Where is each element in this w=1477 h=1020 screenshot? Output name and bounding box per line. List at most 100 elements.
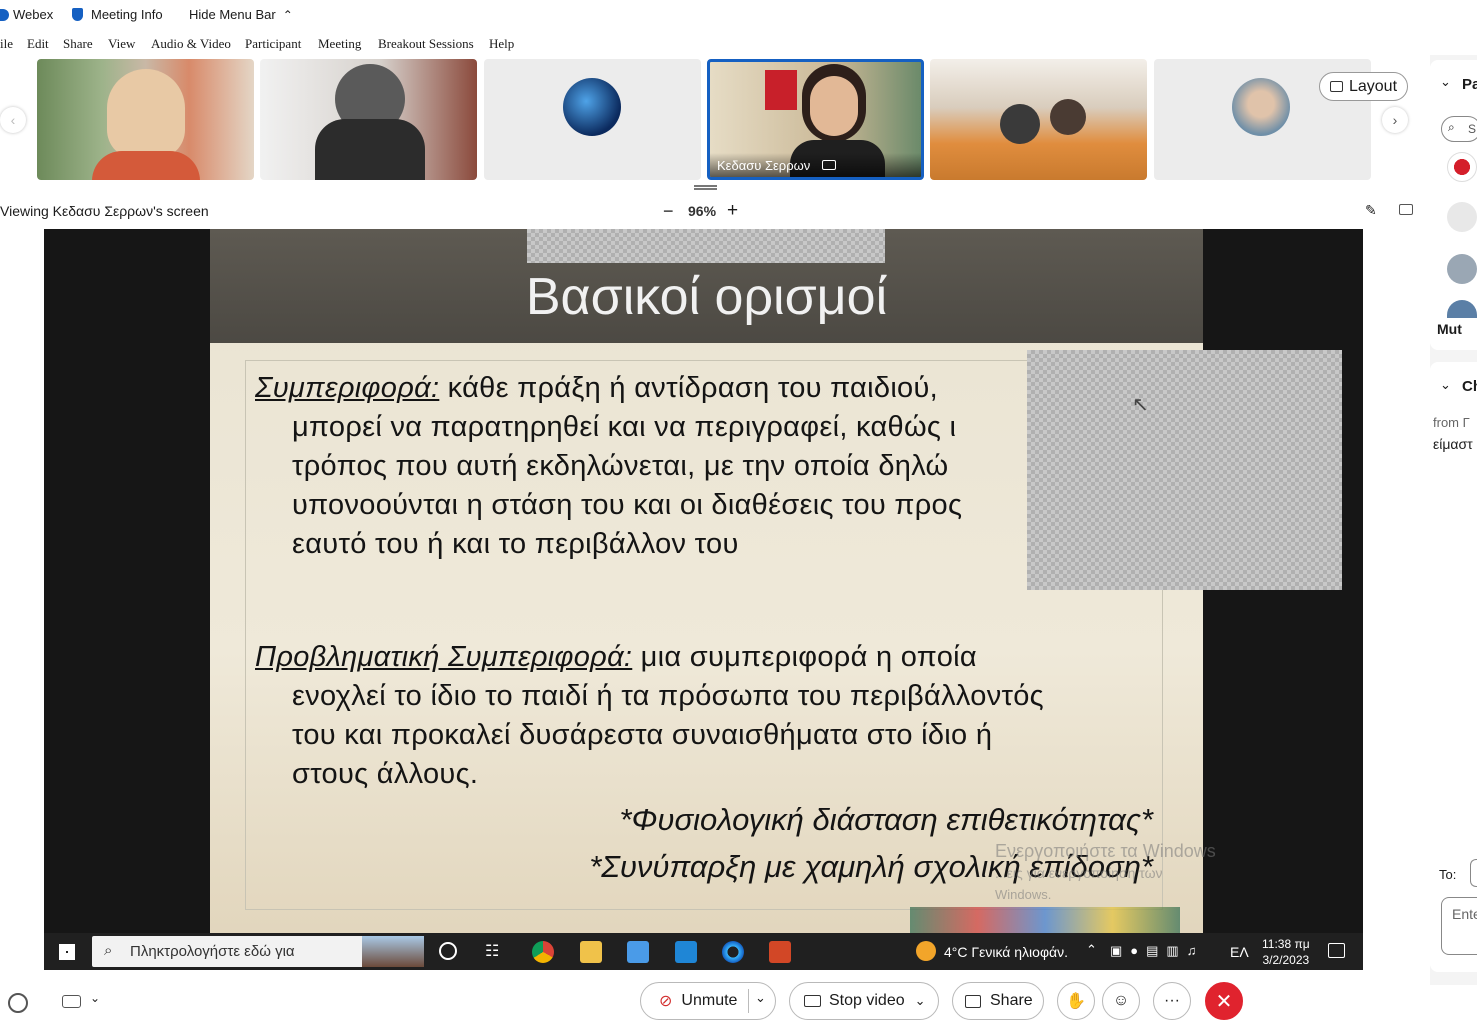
zoom-in-button[interactable]: + <box>727 200 738 222</box>
language-indicator[interactable]: ΕΛ <box>1230 944 1249 960</box>
chat-message: είμαστ <box>1433 436 1473 452</box>
chat-panel: ⌄ Ch from Γ είμαστ To: Ente <box>1430 362 1477 972</box>
menu-share[interactable]: Share <box>63 36 93 52</box>
shared-screen[interactable]: Βασικοί ορισμοί Συμπεριφορά: κάθε πράξη … <box>44 229 1363 970</box>
windows-start-icon[interactable] <box>59 944 75 960</box>
active-speaker-tile[interactable]: Κεδασυ Σερρων <box>707 59 924 180</box>
cortana-icon[interactable] <box>439 942 457 960</box>
avatar <box>1447 300 1477 318</box>
definition-line: υπονοούνται η στάση του και οι διαθέσεις… <box>292 489 963 521</box>
mic-muted-icon: ⊘ <box>659 993 673 1010</box>
unmute-button[interactable]: ⊘ Unmute ⌄ <box>640 982 776 1020</box>
menu-file[interactable]: ile <box>0 36 13 52</box>
tray-chevron-icon[interactable]: ⌃ <box>1086 942 1097 958</box>
wall-poster <box>765 70 797 110</box>
share-screen-icon <box>965 994 981 1008</box>
store-icon[interactable] <box>627 941 649 963</box>
scroll-right-arrow-icon[interactable]: › <box>1382 107 1408 133</box>
notifications-icon[interactable] <box>1328 943 1345 958</box>
right-panel: ⌄ Pa ⌕ S Mut ⌄ Ch from Γ είμαστ To: Ente <box>1430 55 1477 985</box>
participant-video-tile[interactable] <box>37 59 254 180</box>
pop-out-icon[interactable] <box>1399 204 1413 215</box>
webex-app[interactable]: Webex <box>0 7 53 22</box>
stop-video-button[interactable]: Stop video ⌄ <box>789 982 939 1020</box>
shield-icon <box>72 8 83 21</box>
avatar <box>1232 78 1290 136</box>
chat-sender: from Γ <box>1433 415 1470 430</box>
hide-menu-bar-button[interactable]: Hide Menu Bar ⌃ <box>189 7 293 22</box>
menu-audio-video[interactable]: Audio & Video <box>151 36 231 52</box>
unmute-label: Unmute <box>681 992 738 1009</box>
viewing-text: Viewing Κεδασυ Σερρων's screen <box>0 203 209 219</box>
sharing-icon <box>822 160 836 170</box>
system-tray-icons[interactable]: ▣●▤▥♫ <box>1110 943 1204 959</box>
search-icon: ⌕ <box>104 942 113 959</box>
webex-taskbar-icon[interactable] <box>722 941 744 963</box>
task-view-icon[interactable]: ☷ <box>485 941 499 961</box>
title-bar: Webex Meeting Info Hide Menu Bar ⌃ <box>0 0 1430 30</box>
chrome-icon[interactable] <box>532 941 554 963</box>
chevron-down-icon[interactable]: ⌄ <box>90 991 100 1005</box>
closed-captions-icon[interactable] <box>62 995 81 1008</box>
search-highlight-image <box>362 936 424 967</box>
meeting-info-button[interactable]: Meeting Info <box>72 7 163 22</box>
participant-search-input[interactable]: ⌕ S <box>1441 116 1477 142</box>
menu-breakout-sessions[interactable]: Breakout Sessions <box>378 36 474 52</box>
file-explorer-icon[interactable] <box>580 941 602 963</box>
avatar <box>563 78 621 136</box>
layout-button[interactable]: Layout <box>1319 72 1408 101</box>
avatar <box>1447 202 1477 232</box>
status-icon[interactable] <box>8 993 28 1013</box>
reactions-button[interactable]: ☺ <box>1102 982 1140 1020</box>
menu-edit[interactable]: Edit <box>27 36 49 52</box>
school-blocks-image <box>910 907 1180 933</box>
resize-handle[interactable] <box>694 185 717 190</box>
active-speaker-name: Κεδασυ Σερρων <box>717 158 811 173</box>
stop-video-label: Stop video <box>829 992 905 1009</box>
mail-icon[interactable] <box>675 941 697 963</box>
taskbar-search-box[interactable]: ⌕ Πληκτρολογήστε εδώ για <box>92 936 424 967</box>
participant-video-tile[interactable] <box>260 59 477 180</box>
menu-view[interactable]: View <box>108 36 135 52</box>
slide-note: *Φυσιολογική διάσταση επιθετικότητας* <box>619 802 1153 837</box>
video-options-chevron-icon[interactable]: ⌄ <box>915 993 926 1009</box>
chat-recipient-select[interactable] <box>1470 859 1477 887</box>
leave-meeting-button[interactable]: ✕ <box>1205 982 1243 1020</box>
more-icon: ··· <box>1164 992 1180 1009</box>
avatar <box>1447 152 1477 182</box>
participant-head <box>1050 99 1086 135</box>
definition-line: του και προκαλεί δυσάρεστα συναισθήματα … <box>292 719 993 751</box>
annotate-icon[interactable]: ✎ <box>1365 202 1377 219</box>
definition-line: εαυτό του ή και το περιβάλλον του <box>292 528 739 560</box>
raise-hand-button[interactable]: ✋ <box>1057 982 1095 1020</box>
collapse-chevron-icon[interactable]: ⌄ <box>1440 377 1451 393</box>
audio-options-chevron-icon[interactable]: ⌄ <box>755 990 766 1006</box>
menu-help[interactable]: Help <box>489 36 514 52</box>
chat-message-input[interactable]: Ente <box>1441 897 1477 955</box>
chevron-up-icon: ⌃ <box>282 7 293 22</box>
layout-label: Layout <box>1348 77 1398 95</box>
app-name: Webex <box>13 7 54 22</box>
participants-panel: ⌄ Pa ⌕ S Mut <box>1430 60 1477 350</box>
more-options-button[interactable]: ··· <box>1153 982 1191 1020</box>
mouse-cursor-icon: ↖ <box>1132 394 1149 416</box>
participant-video-tile[interactable] <box>930 59 1147 180</box>
clock[interactable]: 11:38 πμ 3/2/2023 <box>1262 936 1310 968</box>
collapse-chevron-icon[interactable]: ⌄ <box>1440 74 1451 90</box>
smiley-icon: ☺ <box>1112 992 1130 1009</box>
zoom-level: 96% <box>688 203 717 219</box>
powerpoint-icon[interactable] <box>769 941 791 963</box>
definition-line: κάθε πράξη ή αντίδραση του παιδιού, <box>439 372 939 404</box>
zoom-out-button[interactable]: − <box>663 201 674 222</box>
meeting-controls-bar: ⌄ ⊘ Unmute ⌄ Stop video ⌄ Share ✋ ☺ ··· … <box>0 975 1477 1020</box>
participant-avatar-tile[interactable] <box>484 59 701 180</box>
scroll-left-arrow-icon[interactable]: ‹ <box>0 107 26 133</box>
menu-meeting[interactable]: Meeting <box>318 36 361 52</box>
share-button[interactable]: Share <box>952 982 1044 1020</box>
participant-body <box>92 151 200 180</box>
definition-line: ενοχλεί το ίδιο το παιδί ή τα πρόσωπα το… <box>292 680 1044 712</box>
weather-text[interactable]: 4°C Γενικά ηλιοφάν. <box>944 944 1068 960</box>
menu-participant[interactable]: Participant <box>245 36 301 52</box>
masked-region <box>1027 350 1342 590</box>
masked-region <box>527 229 885 263</box>
